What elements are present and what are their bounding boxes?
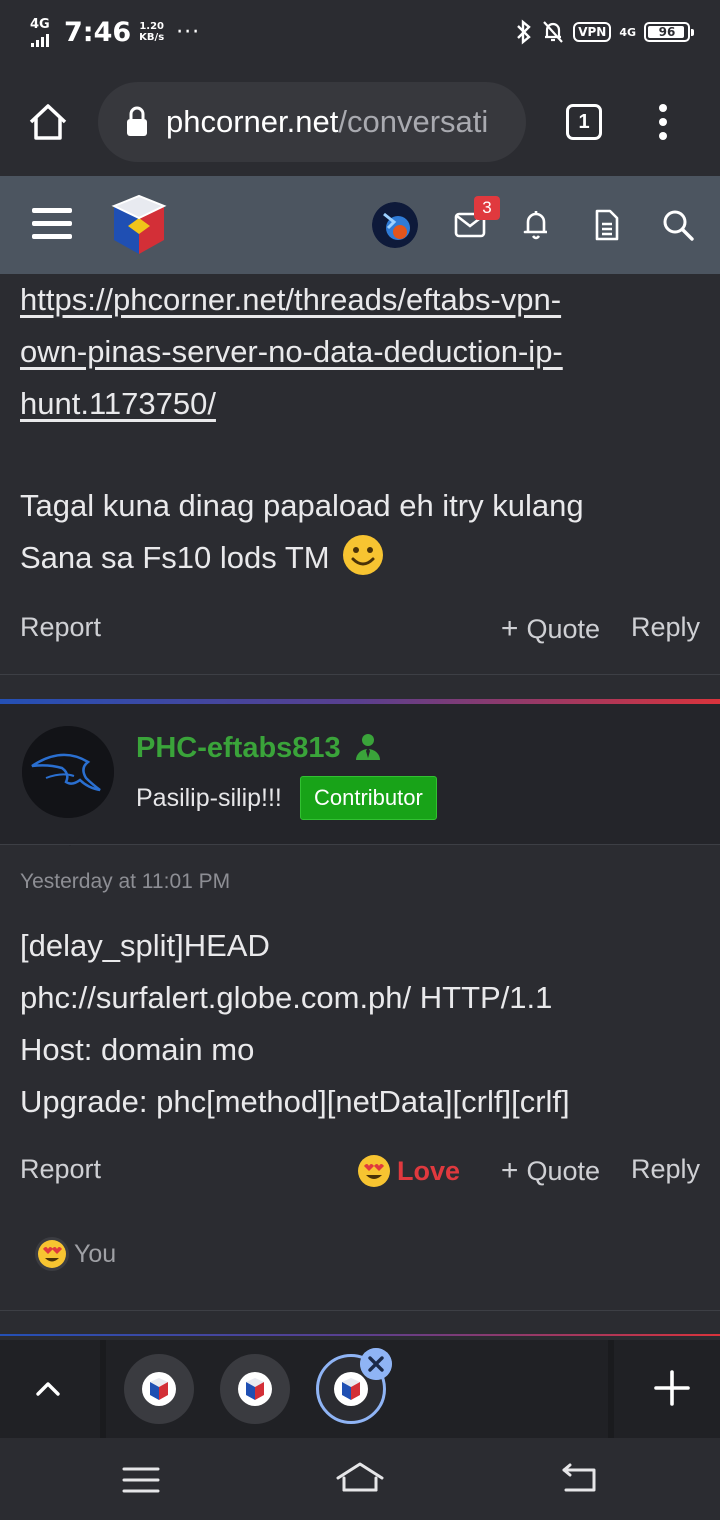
system-nav-bar xyxy=(0,1438,720,1520)
more-options-icon[interactable] xyxy=(648,102,678,142)
tab-thumbnail-1[interactable] xyxy=(124,1354,194,1424)
inbox-count-badge: 3 xyxy=(474,196,500,220)
quote-button[interactable]: + Quote xyxy=(501,1154,600,1188)
author-separator xyxy=(0,844,720,845)
post-divider xyxy=(0,1334,720,1336)
author-username[interactable]: PHC-eftabs813 xyxy=(136,732,381,765)
post-body-2: [delay_split]HEAD phc://surfalert.globe.… xyxy=(20,928,570,1119)
site-favicon xyxy=(334,1372,368,1406)
contributor-badge: Contributor xyxy=(300,776,437,820)
menu-icon[interactable] xyxy=(32,206,72,240)
tab-switcher-button[interactable]: 1 xyxy=(566,104,602,140)
love-reaction-button[interactable]: Love xyxy=(357,1154,460,1188)
heart-eyes-emoji-icon xyxy=(35,1237,69,1271)
address-bar[interactable]: phcorner.net/conversati xyxy=(98,82,526,162)
battery-icon: 96 xyxy=(644,22,694,42)
url-text: phcorner.net/conversati xyxy=(166,104,489,139)
report-button[interactable]: Report xyxy=(20,1154,101,1185)
smile-emoji-icon xyxy=(343,535,384,575)
bell-icon[interactable] xyxy=(522,208,550,242)
new-posts-icon[interactable] xyxy=(594,208,620,242)
post-separator xyxy=(0,1310,720,1311)
more-notifications-icon: ··· xyxy=(176,19,201,45)
quote-button[interactable]: + Quote xyxy=(501,612,600,646)
browser-tab-strip xyxy=(0,1340,720,1438)
post-author-block: PHC-eftabs813 Pasilip-silip!!! Contribut… xyxy=(0,704,720,846)
status-time: 7:46 xyxy=(64,16,132,48)
new-tab-icon[interactable] xyxy=(652,1368,692,1408)
reactions-summary[interactable]: You xyxy=(34,1234,116,1274)
post-body-1: https://phcorner.net/threads/eftabs-vpn-… xyxy=(20,274,700,430)
status-bar: 4G 7:46 1.20 KB/s ··· VPN 4G 96 xyxy=(0,0,720,64)
browser-toolbar: phcorner.net/conversati 1 xyxy=(0,64,720,176)
lock-icon xyxy=(127,106,147,136)
mute-bell-icon xyxy=(543,21,564,43)
signal-icon: 4G xyxy=(30,17,56,47)
bluetooth-icon xyxy=(517,19,531,45)
staff-user-icon xyxy=(355,734,380,760)
network-speed: 1.20 KB/s xyxy=(139,21,165,43)
search-icon[interactable] xyxy=(662,208,694,242)
thread-content: https://phcorner.net/threads/eftabs-vpn-… xyxy=(0,274,720,1336)
home-icon[interactable] xyxy=(26,100,70,144)
close-tab-icon[interactable] xyxy=(360,1348,392,1380)
site-favicon xyxy=(142,1372,176,1406)
chevron-up-icon[interactable] xyxy=(28,1368,68,1408)
plus-icon: + xyxy=(500,1154,519,1187)
reply-button[interactable]: Reply xyxy=(631,612,700,643)
battery-level: 96 xyxy=(658,25,676,39)
back-nav-icon[interactable] xyxy=(560,1462,600,1496)
reaction-user: You xyxy=(74,1239,117,1268)
site-logo[interactable] xyxy=(106,192,172,258)
tab-strip-divider xyxy=(608,1340,614,1438)
plus-icon: + xyxy=(500,612,519,645)
tab-strip-divider xyxy=(100,1340,106,1438)
site-favicon xyxy=(238,1372,272,1406)
network-type: 4G xyxy=(30,17,50,32)
post-timestamp[interactable]: Yesterday at 11:01 PM xyxy=(20,870,230,894)
heart-eyes-emoji-icon xyxy=(357,1155,390,1187)
thread-link[interactable]: https://phcorner.net/threads/eftabs-vpn-… xyxy=(20,282,563,421)
author-avatar[interactable] xyxy=(22,726,114,818)
tab-thumbnail-2[interactable] xyxy=(220,1354,290,1424)
post-actions-1: Report + Quote Reply xyxy=(20,612,700,652)
post-separator xyxy=(0,674,720,675)
post-actions-2: Report Love + Quote Reply xyxy=(20,1154,700,1194)
home-nav-icon[interactable] xyxy=(334,1460,386,1498)
vpn-icon: VPN xyxy=(573,22,612,42)
report-button[interactable]: Report xyxy=(20,612,101,643)
network-4g-icon: 4G xyxy=(619,25,636,39)
post-message-1: Tagal kuna dinag papaload eh itry kulang… xyxy=(20,488,584,575)
recent-apps-icon[interactable] xyxy=(122,1466,160,1494)
user-avatar-button[interactable] xyxy=(372,202,418,248)
reply-button[interactable]: Reply xyxy=(631,1154,700,1185)
author-title: Pasilip-silip!!! xyxy=(136,784,282,812)
